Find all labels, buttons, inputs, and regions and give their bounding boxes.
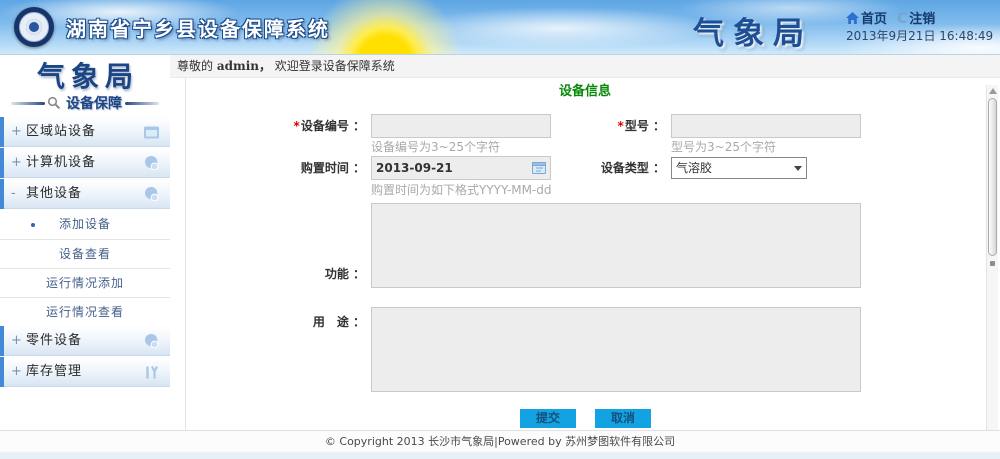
welcome-suffix: 欢迎登录设备保障系统	[271, 59, 395, 73]
device-type-label: 设备类型 ：	[563, 156, 665, 180]
header-nav: 首页 C注销	[846, 8, 996, 24]
sidebar-subitem-add-device[interactable]: 添加设备	[0, 210, 170, 239]
sidebar-item-computer-devices[interactable]: + 计算机设备	[0, 148, 170, 178]
function-textarea[interactable]	[371, 203, 861, 288]
decor-line-left	[11, 102, 45, 105]
device-no-hint: 设备编号为3~25个字符	[371, 139, 500, 155]
submit-button[interactable]: 提交	[520, 409, 576, 428]
sidebar-logo-subtitle: 设备保障	[66, 93, 122, 113]
bureau-emblem-logo	[14, 7, 54, 47]
expander-glyph: +	[11, 327, 22, 355]
decor-line-right	[125, 102, 159, 105]
required-mark: *	[618, 119, 624, 133]
menu-accent-stripe	[0, 357, 4, 387]
sidebar-logo-title: 气象局	[0, 55, 170, 95]
sidebar-subitem-view-device[interactable]: 设备查看	[0, 239, 170, 268]
tools-icon	[143, 364, 160, 381]
menu-accent-stripe	[0, 326, 4, 356]
org-title: 气象局	[688, 8, 818, 53]
sidebar-item-label: 区域站设备	[26, 118, 96, 146]
sidebar-subitem-label: 设备查看	[59, 247, 111, 261]
sidebar-subitem-label: 运行情况查看	[46, 305, 124, 319]
header-banner: 湖南省宁乡县设备保障系统 气象局 首页 C注销 2013年9月21日 16:48:…	[0, 0, 1000, 55]
chat-icon	[143, 333, 160, 350]
welcome-prefix: 尊敬的	[177, 59, 217, 73]
device-no-input[interactable]	[371, 114, 551, 138]
device-no-label: *设备编号 ：	[255, 114, 365, 138]
page: 湖南省宁乡县设备保障系统 气象局 首页 C注销 2013年9月21日 16:48:…	[0, 0, 1000, 459]
footer: © Copyright 2013 长沙市气象局|Powered by 苏州梦图软…	[0, 430, 1000, 459]
sidebar-item-label: 其他设备	[26, 180, 82, 208]
sidebar-logo-subtitle-row: 设备保障	[0, 95, 170, 111]
bureau-emblem-core	[26, 19, 42, 35]
calendar-icon[interactable]	[532, 161, 546, 174]
sidebar-item-regional-station-devices[interactable]: + 区域站设备	[0, 117, 170, 147]
content-left-divider	[185, 78, 186, 430]
window-icon	[143, 124, 160, 141]
menu-accent-stripe	[0, 117, 4, 147]
chevron-down-icon	[794, 166, 802, 171]
expander-glyph: +	[11, 358, 22, 386]
sidebar-item-inventory-management[interactable]: + 库存管理	[0, 357, 170, 387]
expander-glyph: +	[11, 149, 22, 177]
welcome-username: admin，	[217, 59, 271, 73]
expander-glyph: -	[11, 180, 16, 208]
function-label: 功能 ：	[255, 262, 365, 286]
sidebar-subitem-label: 添加设备	[59, 217, 111, 231]
welcome-bar: 尊敬的 admin， 欢迎登录设备保障系统	[170, 55, 1000, 78]
menu-accent-stripe	[0, 179, 4, 209]
chat-icon	[143, 186, 160, 203]
logout-link[interactable]: C注销	[897, 8, 935, 27]
chat-icon	[143, 155, 160, 172]
home-link[interactable]: 首页	[846, 8, 887, 27]
scrollbar-thumb[interactable]	[988, 98, 997, 256]
logout-icon: C	[897, 11, 907, 27]
model-hint: 型号为3~25个字符	[671, 139, 776, 155]
sidebar-item-label: 零件设备	[26, 327, 82, 355]
home-icon	[846, 12, 859, 24]
usage-textarea[interactable]	[371, 307, 861, 392]
sidebar-item-label: 计算机设备	[26, 149, 96, 177]
model-label: *型号 ：	[563, 114, 665, 138]
sidebar-item-other-devices[interactable]: - 其他设备	[0, 179, 170, 209]
sidebar-subitem-label: 运行情况添加	[46, 276, 124, 290]
usage-label: 用 途 ：	[255, 310, 365, 334]
sidebar-item-parts-devices[interactable]: + 零件设备	[0, 326, 170, 356]
sidebar-subitem-add-operation-status[interactable]: 运行情况添加	[0, 268, 170, 297]
model-input[interactable]	[671, 114, 861, 138]
purchase-date-hint: 购置时间为如下格式YYYY-MM-dd	[371, 182, 552, 198]
footer-copyright: © Copyright 2013 长沙市气象局|Powered by 苏州梦图软…	[0, 431, 1000, 453]
scroll-up-arrow-icon[interactable]	[989, 88, 997, 94]
model-label-text: 型号 ：	[625, 119, 665, 133]
active-bullet	[31, 223, 35, 227]
sidebar-logo: 气象局 设备保障	[0, 55, 170, 117]
required-mark: *	[294, 119, 300, 133]
header-datetime: 2013年9月21日 16:48:49	[846, 27, 993, 44]
expander-glyph: +	[11, 118, 22, 146]
cancel-button[interactable]: 取消	[595, 409, 651, 428]
purchase-date-label: 购置时间 ：	[255, 156, 365, 180]
page-title: 设备信息	[185, 80, 985, 99]
device-type-select[interactable]: 气溶胶	[671, 157, 807, 179]
system-title: 湖南省宁乡县设备保障系统	[66, 13, 330, 42]
sidebar-item-label: 库存管理	[26, 358, 82, 386]
logout-link-label: 注销	[909, 12, 935, 27]
home-link-label: 首页	[861, 12, 887, 27]
sidebar-subitem-view-operation-status[interactable]: 运行情况查看	[0, 297, 170, 326]
sidebar-submenu-other-devices: 添加设备 设备查看 运行情况添加 运行情况查看	[0, 210, 170, 326]
vertical-scrollbar[interactable]	[986, 85, 998, 430]
device-type-selected-value: 气溶胶	[676, 161, 712, 175]
menu-accent-stripe	[0, 148, 4, 178]
scrollbar-grip	[990, 261, 995, 266]
search-icon	[47, 96, 61, 110]
purchase-date-input[interactable]	[371, 156, 551, 180]
device-no-label-text: 设备编号 ：	[301, 119, 365, 133]
sidebar-menu: + 区域站设备 + 计算机设备 - 其他设备 添加设备 设备查看	[0, 117, 170, 388]
